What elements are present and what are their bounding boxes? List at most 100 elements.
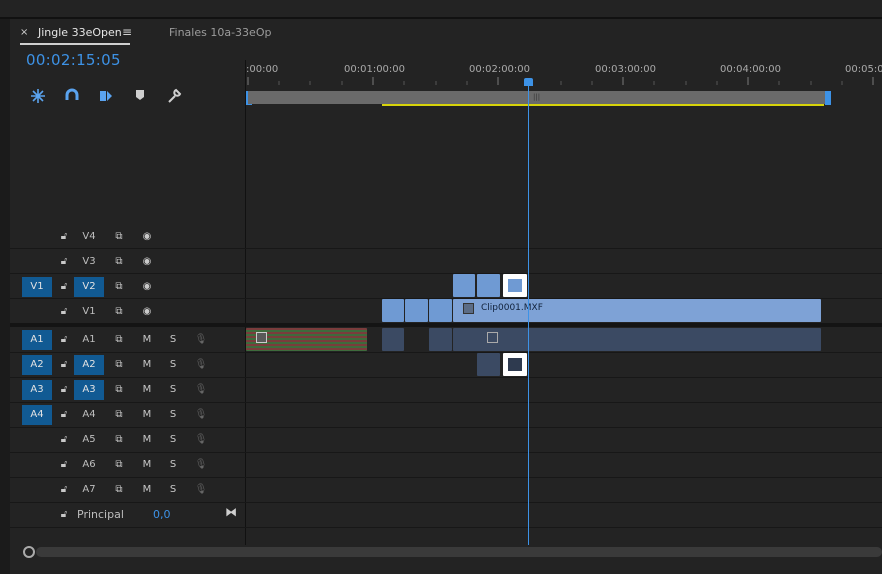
tab-finales-sequence[interactable]: Finales 10a-33eOp [169, 26, 271, 39]
master-volume-value[interactable]: 0,0 [153, 508, 171, 521]
mute-button[interactable]: M [140, 458, 154, 472]
lock-icon[interactable]: 🔓︎ [57, 358, 71, 372]
clip-v2-2[interactable] [477, 274, 500, 297]
lock-icon[interactable]: 🔓︎ [57, 280, 71, 294]
track-target-a1[interactable]: A1 [74, 330, 104, 350]
panel-menu-icon[interactable]: ≡ [122, 25, 132, 39]
clip-v2-1[interactable] [453, 274, 475, 297]
mute-button[interactable]: M [140, 358, 154, 372]
eye-icon[interactable]: ◉ [140, 230, 154, 244]
audio-clip-a2-1[interactable] [477, 353, 500, 376]
scroll-zoom-knob[interactable] [23, 546, 35, 558]
lock-icon[interactable]: 🔓︎ [57, 230, 71, 244]
source-patch-empty[interactable] [22, 430, 52, 450]
microphone-icon[interactable]: 🎙︎ [194, 408, 208, 422]
close-tab-icon[interactable]: × [20, 27, 28, 38]
mute-button[interactable]: M [140, 383, 154, 397]
lock-icon[interactable]: 🔓︎ [57, 508, 71, 522]
mute-button[interactable]: M [140, 408, 154, 422]
track-target-a6[interactable]: A6 [74, 455, 104, 475]
track-target-v4[interactable]: V4 [74, 227, 104, 247]
track-target-v1[interactable]: V1 [74, 302, 104, 322]
tab-jingle-sequence[interactable]: Jingle 33eOpen [38, 26, 122, 39]
microphone-icon[interactable]: 🎙︎ [194, 458, 208, 472]
mute-button[interactable]: M [140, 333, 154, 347]
solo-button[interactable]: S [166, 333, 180, 347]
lock-icon[interactable]: 🔓︎ [57, 483, 71, 497]
sync-lock-icon[interactable]: ⧉ [112, 280, 126, 294]
time-ruler-ticks[interactable] [246, 77, 882, 85]
track-target-a2[interactable]: A2 [74, 355, 104, 375]
microphone-icon[interactable]: 🎙︎ [194, 433, 208, 447]
mute-button[interactable]: M [140, 483, 154, 497]
clip-v1-1[interactable] [382, 299, 404, 322]
microphone-icon[interactable]: 🎙︎ [194, 383, 208, 397]
lock-icon[interactable]: 🔓︎ [57, 383, 71, 397]
sync-lock-icon[interactable]: ⧉ [112, 383, 126, 397]
sync-lock-icon[interactable]: ⧉ [112, 408, 126, 422]
sync-lock-icon[interactable]: ⧉ [112, 458, 126, 472]
lock-icon[interactable]: 🔓︎ [57, 255, 71, 269]
clip-v1-3[interactable] [429, 299, 452, 322]
solo-button[interactable]: S [166, 408, 180, 422]
solo-button[interactable]: S [166, 358, 180, 372]
nest-sequence-icon[interactable] [28, 88, 48, 108]
sync-lock-icon[interactable]: ⧉ [112, 433, 126, 447]
eye-icon[interactable]: ◉ [140, 280, 154, 294]
solo-button[interactable]: S [166, 433, 180, 447]
track-target-a4[interactable]: A4 [74, 405, 104, 425]
source-patch-a2[interactable]: A2 [22, 355, 52, 375]
audio-clip-a1-1[interactable] [246, 328, 367, 351]
sync-lock-icon[interactable]: ⧉ [112, 358, 126, 372]
lock-icon[interactable]: 🔓︎ [57, 333, 71, 347]
microphone-icon[interactable]: 🎙︎ [194, 358, 208, 372]
source-patch-a4[interactable]: A4 [22, 405, 52, 425]
microphone-icon[interactable]: 🎙︎ [194, 333, 208, 347]
clip-v1-main[interactable]: Clip0001.MXF [453, 299, 821, 322]
sync-lock-icon[interactable]: ⧉ [112, 333, 126, 347]
audio-clip-a1-3[interactable] [429, 328, 452, 351]
audio-clip-a1-main[interactable] [453, 328, 821, 351]
zoom-bar-right-handle[interactable] [825, 91, 831, 105]
go-to-in-out-icon[interactable]: ⧓ [225, 505, 237, 519]
source-patch-v1[interactable]: V1 [22, 277, 52, 297]
track-target-a5[interactable]: A5 [74, 430, 104, 450]
lock-icon[interactable]: 🔓︎ [57, 305, 71, 319]
sync-lock-icon[interactable]: ⧉ [112, 483, 126, 497]
lock-icon[interactable]: 🔓︎ [57, 408, 71, 422]
sync-lock-icon[interactable]: ⧉ [112, 230, 126, 244]
source-patch-empty[interactable] [22, 302, 52, 322]
solo-button[interactable]: S [166, 483, 180, 497]
source-patch-empty[interactable] [22, 455, 52, 475]
solo-button[interactable]: S [166, 458, 180, 472]
horizontal-scrollbar[interactable] [36, 547, 882, 557]
snap-magnet-icon[interactable] [62, 88, 82, 108]
microphone-icon[interactable]: 🎙︎ [194, 483, 208, 497]
audio-clip-a2-selected[interactable] [503, 353, 527, 376]
add-marker-icon[interactable] [130, 88, 150, 108]
source-patch-empty[interactable] [22, 480, 52, 500]
track-target-v3[interactable]: V3 [74, 252, 104, 272]
source-patch-a1[interactable]: A1 [22, 330, 52, 350]
solo-button[interactable]: S [166, 383, 180, 397]
track-target-a3[interactable]: A3 [74, 380, 104, 400]
in-out-range-bar[interactable] [382, 104, 824, 106]
audio-clip-a1-2[interactable] [382, 328, 404, 351]
clip-v1-2[interactable] [405, 299, 428, 322]
source-patch-v4[interactable] [22, 227, 52, 247]
lock-icon[interactable]: 🔓︎ [57, 433, 71, 447]
source-patch-a3[interactable]: A3 [22, 380, 52, 400]
playhead-timecode[interactable]: 00:02:15:05 [26, 51, 121, 69]
timeline-settings-wrench-icon[interactable] [164, 88, 184, 108]
linked-selection-icon[interactable] [96, 88, 116, 108]
track-target-v2[interactable]: V2 [74, 277, 104, 297]
source-patch-v3[interactable] [22, 252, 52, 272]
sync-lock-icon[interactable]: ⧉ [112, 255, 126, 269]
clip-v2-selected[interactable] [503, 274, 527, 297]
playhead-line[interactable] [528, 84, 529, 545]
track-target-a7[interactable]: A7 [74, 480, 104, 500]
sync-lock-icon[interactable]: ⧉ [112, 305, 126, 319]
lock-icon[interactable]: 🔓︎ [57, 458, 71, 472]
eye-icon[interactable]: ◉ [140, 255, 154, 269]
mute-button[interactable]: M [140, 433, 154, 447]
